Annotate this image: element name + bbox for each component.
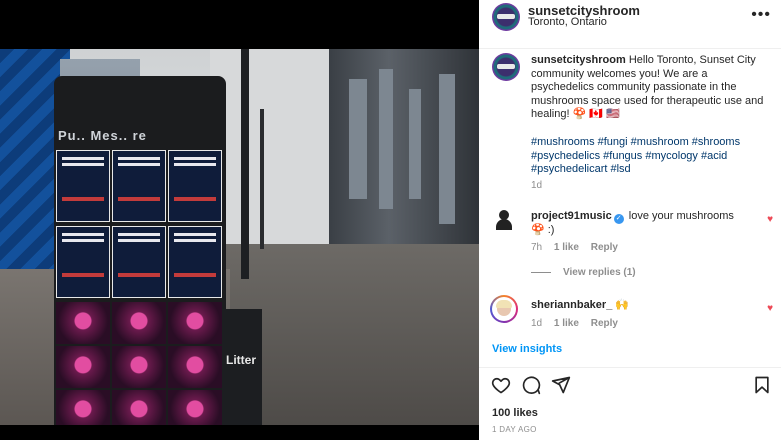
likes-count[interactable]: 100 likes — [492, 407, 538, 419]
author-avatar[interactable] — [492, 3, 520, 31]
comment-username[interactable]: project91music — [531, 210, 612, 222]
comment-likes[interactable]: 1 like — [554, 242, 579, 253]
replies-divider-line — [531, 271, 551, 273]
photo-litter-bin — [222, 309, 262, 425]
photo-streetlight — [260, 109, 264, 249]
comment-age[interactable]: 7h — [531, 242, 542, 253]
comment-avatar[interactable] — [493, 208, 515, 230]
post-side-panel: sunsetcityshroom Toronto, Ontario ••• su… — [479, 0, 781, 440]
caption-age[interactable]: 1d — [531, 180, 542, 191]
photo-poster-kiosk: Pu.. Mes.. re — [54, 76, 226, 425]
post-header: sunsetcityshroom Toronto, Ontario ••• — [479, 0, 781, 49]
comment-reply-button[interactable]: Reply — [591, 242, 618, 253]
share-icon[interactable] — [551, 375, 571, 395]
view-insights-link[interactable]: View insights — [492, 343, 562, 355]
post-media: Pu.. Mes.. re Litter — [0, 0, 479, 440]
more-horizontal-icon[interactable]: ••• — [751, 6, 771, 24]
post-caption: sunsetcityshroom Hello Toronto, Sunset C… — [531, 54, 771, 122]
verified-badge-icon: ✓ — [613, 214, 624, 224]
post-location[interactable]: Toronto, Ontario — [528, 16, 607, 28]
bookmark-icon[interactable] — [752, 375, 772, 395]
photo-pole — [241, 49, 249, 279]
comment: sheriannbaker_ 🙌 — [531, 298, 629, 311]
comment-like-heart-icon[interactable]: ♥ — [767, 214, 773, 225]
photo-sky — [210, 49, 330, 249]
heart-icon[interactable] — [491, 375, 511, 395]
comment-avatar-story[interactable] — [490, 295, 518, 323]
comment-text: 🙌 — [615, 299, 630, 311]
post-photo[interactable]: Pu.. Mes.. re Litter — [0, 49, 479, 425]
kiosk-sign: Pu.. Mes.. re — [58, 128, 147, 143]
view-replies-label: View replies (1) — [563, 267, 636, 278]
comment-icon[interactable] — [521, 375, 541, 395]
comment-reply-button[interactable]: Reply — [591, 318, 618, 329]
actions-divider — [479, 367, 781, 368]
comment: project91music ✓ love your mushrooms 🍄 :) — [531, 210, 741, 238]
comment-age[interactable]: 1d — [531, 318, 542, 329]
caption-username[interactable]: sunsetcityshroom — [531, 54, 626, 66]
comment-meta: 7h 1 like Reply — [531, 242, 627, 253]
comment-meta: 1d 1 like Reply — [531, 318, 627, 329]
post-date[interactable]: 1 DAY AGO — [492, 425, 537, 434]
action-bar — [491, 375, 771, 395]
caption-avatar[interactable] — [492, 53, 520, 81]
comment-like-heart-icon[interactable]: ♥ — [767, 303, 773, 314]
comment-username[interactable]: sheriannbaker_ — [531, 299, 612, 311]
comment-likes[interactable]: 1 like — [554, 318, 579, 329]
litter-bin-label: Litter — [226, 353, 256, 367]
view-replies-button[interactable]: View replies (1) — [531, 267, 636, 278]
caption-hashtags[interactable]: #mushrooms #fungi #mushroom #shrooms #ps… — [531, 136, 771, 177]
